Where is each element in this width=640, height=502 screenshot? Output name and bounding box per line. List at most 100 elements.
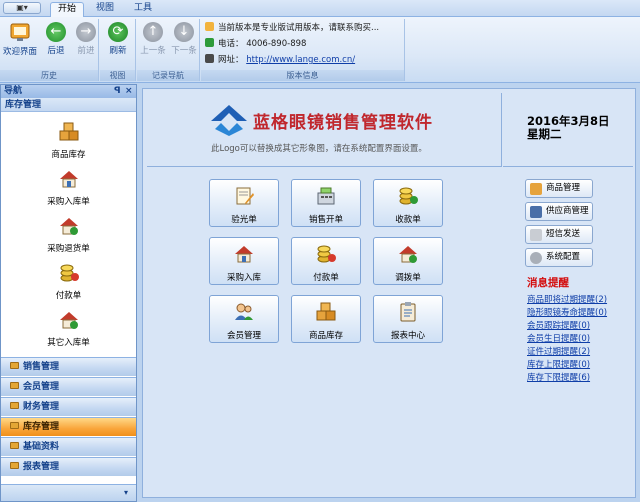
tile-transfer[interactable]: 调拨单 [373, 237, 443, 285]
nav-item-stock[interactable]: 商品库存 [1, 121, 136, 169]
msg-member-follow[interactable]: 会员跟踪提醒(0) [527, 319, 590, 331]
nav-item-purchase-in[interactable]: 采购入库单 [1, 168, 136, 216]
nav-section-sales-label: 销售管理 [23, 362, 60, 372]
nav-header-title: 导航 [4, 86, 23, 96]
clipboard-icon [400, 302, 416, 322]
product-manage-label: 商品管理 [546, 183, 581, 193]
supplier-icon [530, 206, 542, 218]
nav-section-sales[interactable]: 销售管理 [1, 357, 136, 376]
nav-item-purchase-return[interactable]: 采购退货单 [1, 215, 136, 263]
forward-button[interactable]: → 前进 [70, 21, 102, 65]
ribbon: 欢迎界面 ← 后退 → 前进 历史 ⟳ 刷新 视图 ↑ 上一条 ↓ 下一条 记录… [0, 17, 640, 83]
msg-stock-upper[interactable]: 库存上限提醒(0) [527, 358, 590, 370]
folder-icon [10, 462, 19, 469]
nav-section-members[interactable]: 会员管理 [1, 377, 136, 396]
nav-section-reports[interactable]: 报表管理 [1, 457, 136, 476]
house-in-icon [59, 171, 78, 188]
pin-icon[interactable]: ꟼ [114, 85, 121, 98]
home-label: 欢迎界面 [2, 47, 37, 57]
message-alert-title: 消息提醒 [527, 277, 569, 289]
nav-item-payment[interactable]: 付款单 [1, 262, 136, 310]
nav-item-other-in[interactable]: 其它入库单 [1, 309, 136, 357]
app-title: 蓝格眼镜销售管理软件 [253, 113, 433, 133]
sms-send-button[interactable]: 短信发送 [525, 225, 593, 244]
tab-tools[interactable]: 工具 [126, 2, 160, 17]
nav-section-title: 库存管理 [1, 98, 136, 112]
msg-stock-lower[interactable]: 库存下限提醒(6) [527, 371, 590, 383]
quick-access-toolbar[interactable]: ▣▾ [3, 2, 41, 14]
nav-item-other-in-label: 其它入库单 [47, 338, 90, 348]
refresh-button[interactable]: ⟳ 刷新 [102, 21, 134, 65]
nav-section-basic-data-label: 基础资料 [23, 442, 60, 452]
site-label: 网址： [218, 55, 244, 65]
tab-view[interactable]: 视图 [88, 2, 122, 17]
view-group-label: 视图 [100, 70, 135, 81]
nav-footer[interactable]: ▾ [1, 484, 136, 501]
msg-member-birthday[interactable]: 会员生日提醒(0) [527, 332, 590, 344]
date-display: 2016年3月8日 星期二 [527, 115, 610, 141]
tile-stock[interactable]: 商品库存 [291, 295, 361, 343]
house-add-icon [59, 312, 78, 329]
tile-optometry-label: 验光单 [231, 215, 257, 225]
nav-section-basic-data[interactable]: 基础资料 [1, 437, 136, 456]
tile-optometry[interactable]: 验光单 [209, 179, 279, 227]
tile-members[interactable]: 会员管理 [209, 295, 279, 343]
nav-item-purchase-in-label: 采购入库单 [47, 197, 90, 207]
system-config-label: 系统配置 [546, 252, 581, 262]
nav-section-inventory-label: 库存管理 [23, 422, 60, 432]
supplier-manage-label: 供应商管理 [546, 206, 589, 216]
next-record-button[interactable]: ↓ 下一条 [168, 21, 200, 65]
nav-item-stock-label: 商品库存 [51, 150, 86, 160]
nav-item-list: 商品库存 采购入库单 采购退货单 付款单 其它入库单 [1, 113, 136, 356]
tile-sales-order-label: 销售开单 [308, 215, 343, 225]
house-transfer-icon [399, 246, 417, 263]
home-button[interactable]: 欢迎界面 [2, 21, 38, 65]
prev-record-button[interactable]: ↑ 上一条 [137, 21, 169, 65]
version-site: 网址： http://www.lange.com.cn/ [205, 54, 355, 67]
tile-sales-order[interactable]: 销售开单 [291, 179, 361, 227]
site-link[interactable]: http://www.lange.com.cn/ [246, 55, 355, 65]
group-version-info: 当前版本是专业版试用版本，请联系购买... 电话： 4006-890-898 网… [201, 19, 405, 81]
version-phone: 电话： 4006-890-898 [205, 38, 306, 51]
date-area: 2016年3月8日 星期二 [503, 93, 633, 167]
forward-arrow-icon: → [76, 22, 96, 42]
system-config-button[interactable]: 系统配置 [525, 248, 593, 267]
folder-icon [10, 362, 19, 369]
coins-minus-icon [317, 245, 336, 263]
tile-receipt[interactable]: 收款单 [373, 179, 443, 227]
down-arrow-icon: ↓ [174, 22, 194, 42]
home-screen-icon [10, 23, 30, 41]
close-icon[interactable]: × [125, 85, 133, 98]
tile-transfer-label: 调拨单 [395, 273, 421, 283]
msg-contact-lens-life[interactable]: 隐形眼镜寿命提醒(0) [527, 306, 607, 318]
back-button[interactable]: ← 后退 [40, 21, 72, 65]
tile-receipt-label: 收款单 [395, 215, 421, 225]
nav-section-finance[interactable]: 财务管理 [1, 397, 136, 416]
msg-document-expiry[interactable]: 证件过期提醒(2) [527, 345, 590, 357]
supplier-manage-button[interactable]: 供应商管理 [525, 202, 593, 221]
nav-section-finance-label: 财务管理 [23, 402, 60, 412]
group-record-nav: ↑ 上一条 ↓ 下一条 记录导航 [137, 19, 200, 81]
nav-section-reports-label: 报表管理 [23, 462, 60, 472]
notice-icon [205, 22, 214, 31]
nav-item-purchase-return-label: 采购退货单 [47, 244, 90, 254]
msg-product-expiry[interactable]: 商品即将过期提醒(2) [527, 293, 607, 305]
tile-payment-label: 付款单 [313, 273, 339, 283]
main-panel: 蓝格眼镜销售管理软件 此Logo可以替换成其它形象图，请在系统配置界面设置。 2… [142, 88, 636, 498]
tile-stock-label: 商品库存 [308, 331, 343, 341]
tile-purchase-in[interactable]: 采购入库 [209, 237, 279, 285]
folder-icon [10, 402, 19, 409]
tab-start[interactable]: 开始 [50, 2, 84, 17]
version-group-label: 版本信息 [201, 70, 404, 81]
tile-reports-label: 报表中心 [390, 331, 425, 341]
tile-reports[interactable]: 报表中心 [373, 295, 443, 343]
nav-section-members-label: 会员管理 [23, 382, 60, 392]
boxes-icon [59, 122, 78, 141]
sms-icon [530, 229, 542, 241]
tile-payment[interactable]: 付款单 [291, 237, 361, 285]
product-manage-button[interactable]: 商品管理 [525, 179, 593, 198]
nav-section-inventory[interactable]: 库存管理 [1, 417, 136, 436]
notepad-pencil-icon [236, 187, 254, 205]
box-icon [530, 183, 542, 195]
folder-icon [10, 382, 19, 389]
